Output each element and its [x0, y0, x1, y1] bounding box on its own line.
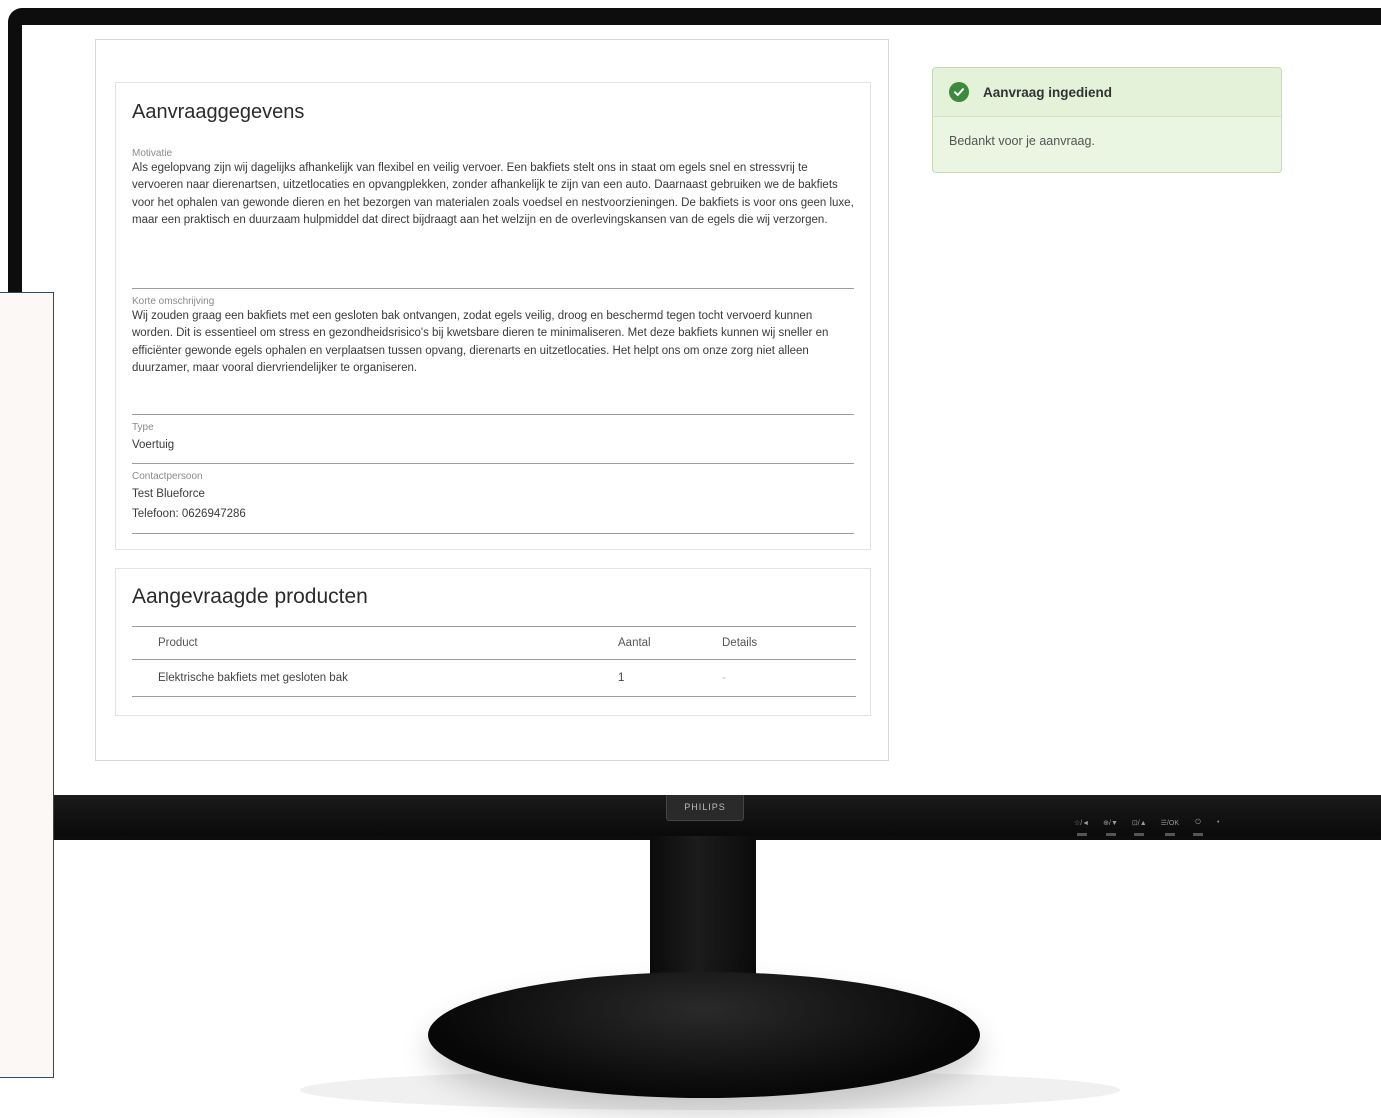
contact-field: Contactpersoon Test Blueforce Telefoon: … [132, 470, 854, 534]
column-header-product[interactable]: Product [132, 626, 618, 660]
side-overlay-panel [0, 292, 54, 1078]
motivation-field: Motivatie Als egelopvang zijn wij dageli… [132, 147, 854, 289]
short-description-value: Wij zouden graag een bakfiets met een ge… [132, 310, 829, 375]
osd-key[interactable]: ⊡/▲ [1132, 819, 1147, 836]
section-title: Aangevraagde producten [132, 585, 368, 608]
field-label: Korte omschrijving [132, 296, 215, 307]
monitor-screen: Aanvraaggegevens Motivatie Als egelopvan… [22, 25, 1381, 795]
toast-header: Aanvraag ingediend [933, 68, 1281, 117]
column-header-quantity[interactable]: Aantal [618, 626, 722, 660]
column-header-details[interactable]: Details [722, 626, 856, 660]
table-header-row: Product Aantal Details [132, 626, 856, 660]
request-card: Aanvraaggegevens Motivatie Als egelopvan… [95, 39, 889, 761]
request-details-section: Aanvraaggegevens Motivatie Als egelopvan… [115, 82, 871, 550]
monitor-osd-controls: ☆/◄ ⊕/▼ ⊡/▲ ☰/OK ⏻ • [1074, 819, 1219, 836]
field-label: Type [132, 422, 154, 433]
table-row: Elektrische bakfiets met gesloten bak 1 … [132, 659, 856, 697]
toast-message: Bedankt voor je aanvraag. [949, 134, 1095, 148]
osd-key[interactable]: ☆/◄ [1074, 819, 1089, 836]
osd-power-key[interactable]: ⏻ [1193, 819, 1203, 836]
products-table: Product Aantal Details Elektrische bakfi… [132, 626, 856, 697]
success-toast: Aanvraag ingediend Bedankt voor je aanvr… [932, 67, 1282, 173]
section-title: Aanvraaggegevens [132, 101, 305, 123]
contact-phone: Telefoon: 0626947286 [132, 508, 246, 521]
motivation-value: Als egelopvang zijn wij dagelijks afhank… [132, 162, 854, 227]
details-cell: - [722, 659, 856, 697]
monitor-stand-base [428, 972, 980, 1098]
type-value: Voertuig [132, 439, 175, 451]
field-label: Contactpersoon [132, 471, 203, 482]
requested-products-section: Aangevraagde producten Product Aantal De… [115, 568, 871, 716]
toast-title: Aanvraag ingediend [983, 84, 1113, 100]
quantity-cell: 1 [618, 659, 722, 697]
monitor-brand-logo: PHILIPS [666, 793, 744, 821]
field-label: Motivatie [132, 148, 173, 159]
osd-power-led: • [1217, 819, 1220, 826]
osd-key[interactable]: ⊕/▼ [1103, 819, 1118, 836]
check-circle-icon [949, 82, 969, 102]
osd-key[interactable]: ☰/OK [1161, 819, 1179, 836]
short-description-field: Korte omschrijving Wij zouden graag een … [132, 295, 854, 415]
contact-name: Test Blueforce [132, 488, 205, 500]
product-cell: Elektrische bakfiets met gesloten bak [132, 659, 618, 697]
type-field: Type Voertuig [132, 421, 854, 464]
